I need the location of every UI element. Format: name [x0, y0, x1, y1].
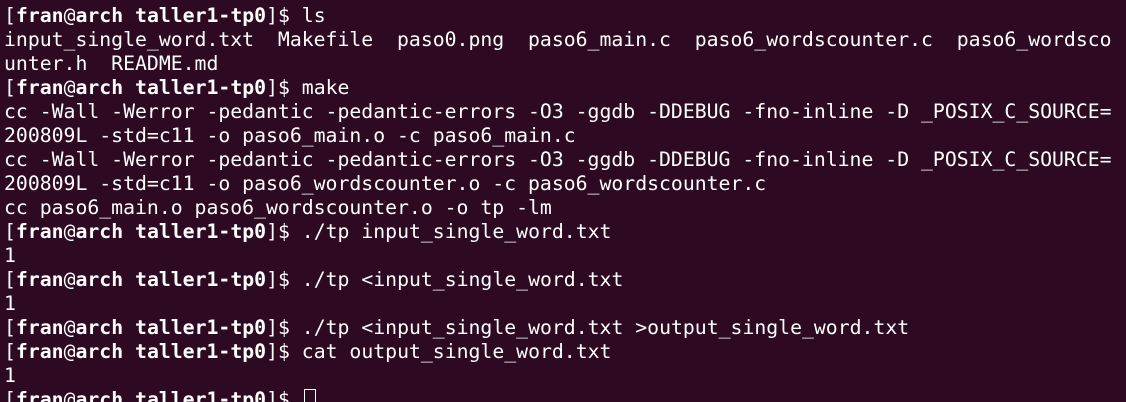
prompt-cwd: taller1-tp0 [135, 76, 267, 99]
prompt-at-sign: @ [63, 76, 76, 99]
prompt-close: ]$ [266, 388, 302, 402]
output-line: 1 [4, 364, 16, 387]
command-text: ./tp <input_single_word.txt >output_sing… [301, 316, 910, 339]
text-cursor[interactable] [303, 389, 316, 402]
prompt-host: arch [75, 268, 124, 291]
prompt-open-bracket: [ [4, 76, 16, 99]
prompt-open-bracket: [ [4, 388, 16, 402]
prompt-cwd: taller1-tp0 [135, 340, 267, 363]
prompt-user: fran [15, 268, 64, 291]
output-line: 1 [4, 292, 16, 315]
prompt-separator [123, 340, 135, 363]
output-line: 200809L -std=c11 -o paso6_main.o -c paso… [4, 124, 576, 147]
prompt-separator [123, 316, 135, 339]
prompt-line: [fran@arch taller1-tp0]$ ./tp input_sing… [4, 220, 1126, 244]
output-line: cc -Wall -Werror -pedantic -pedantic-err… [4, 148, 1112, 171]
prompt-cwd: taller1-tp0 [135, 316, 267, 339]
output-line: cc paso6_main.o paso6_wordscounter.o -o … [4, 196, 552, 219]
command-text: ./tp <input_single_word.txt [301, 268, 624, 291]
prompt-line: [fran@arch taller1-tp0]$ cat output_sing… [4, 340, 1126, 364]
output-line: 1 [4, 244, 16, 267]
terminal-screen: [fran@arch taller1-tp0]$ ls input_single_… [4, 4, 1126, 402]
output-line: 200809L -std=c11 -o paso6_wordscounter.o… [4, 172, 767, 195]
output-line: input_single_word.txt Makefile paso0.png… [4, 28, 1112, 51]
prompt-close: ]$ [266, 268, 302, 291]
prompt-host: arch [75, 76, 124, 99]
prompt-at-sign: @ [63, 220, 76, 243]
prompt-line: [fran@arch taller1-tp0]$ make [4, 76, 1126, 100]
prompt-line: [fran@arch taller1-tp0]$ ./tp <input_sin… [4, 268, 1126, 292]
prompt-close: ]$ [266, 340, 302, 363]
prompt-user: fran [15, 76, 64, 99]
prompt-cwd: taller1-tp0 [135, 4, 267, 27]
prompt-host: arch [75, 220, 124, 243]
prompt-user: fran [15, 340, 64, 363]
prompt-open-bracket: [ [4, 4, 16, 27]
prompt-close: ]$ [266, 76, 302, 99]
prompt-close: ]$ [266, 4, 302, 27]
prompt-open-bracket: [ [4, 268, 16, 291]
prompt-user: fran [15, 316, 64, 339]
prompt-host: arch [75, 4, 124, 27]
prompt-user: fran [15, 4, 64, 27]
prompt-line: [fran@arch taller1-tp0]$ [4, 388, 1126, 402]
prompt-at-sign: @ [63, 268, 76, 291]
prompt-host: arch [75, 316, 124, 339]
prompt-line: [fran@arch taller1-tp0]$ ls [4, 4, 1126, 28]
prompt-open-bracket: [ [4, 316, 16, 339]
prompt-separator [123, 268, 135, 291]
prompt-open-bracket: [ [4, 220, 16, 243]
prompt-user: fran [15, 388, 64, 402]
prompt-close: ]$ [266, 220, 302, 243]
prompt-open-bracket: [ [4, 340, 16, 363]
prompt-at-sign: @ [63, 340, 76, 363]
command-text: make [301, 76, 350, 99]
prompt-cwd: taller1-tp0 [135, 220, 267, 243]
output-line: cc -Wall -Werror -pedantic -pedantic-err… [4, 100, 1112, 123]
output-line: unter.h README.md [4, 52, 219, 75]
prompt-at-sign: @ [63, 316, 76, 339]
prompt-host: arch [75, 388, 124, 402]
prompt-separator [123, 76, 135, 99]
command-text: cat output_single_word.txt [301, 340, 612, 363]
prompt-at-sign: @ [63, 388, 76, 402]
prompt-cwd: taller1-tp0 [135, 388, 267, 402]
prompt-at-sign: @ [63, 4, 76, 27]
prompt-separator [123, 4, 135, 27]
prompt-host: arch [75, 340, 124, 363]
command-text: ls [301, 4, 326, 27]
prompt-separator [123, 220, 135, 243]
prompt-user: fran [15, 220, 64, 243]
prompt-cwd: taller1-tp0 [135, 268, 267, 291]
command-text: ./tp input_single_word.txt [301, 220, 612, 243]
terminal-window[interactable]: [fran@arch taller1-tp0]$ ls input_single_… [0, 0, 1126, 402]
prompt-close: ]$ [266, 316, 302, 339]
prompt-line: [fran@arch taller1-tp0]$ ./tp <input_sin… [4, 316, 1126, 340]
prompt-separator [123, 388, 135, 402]
